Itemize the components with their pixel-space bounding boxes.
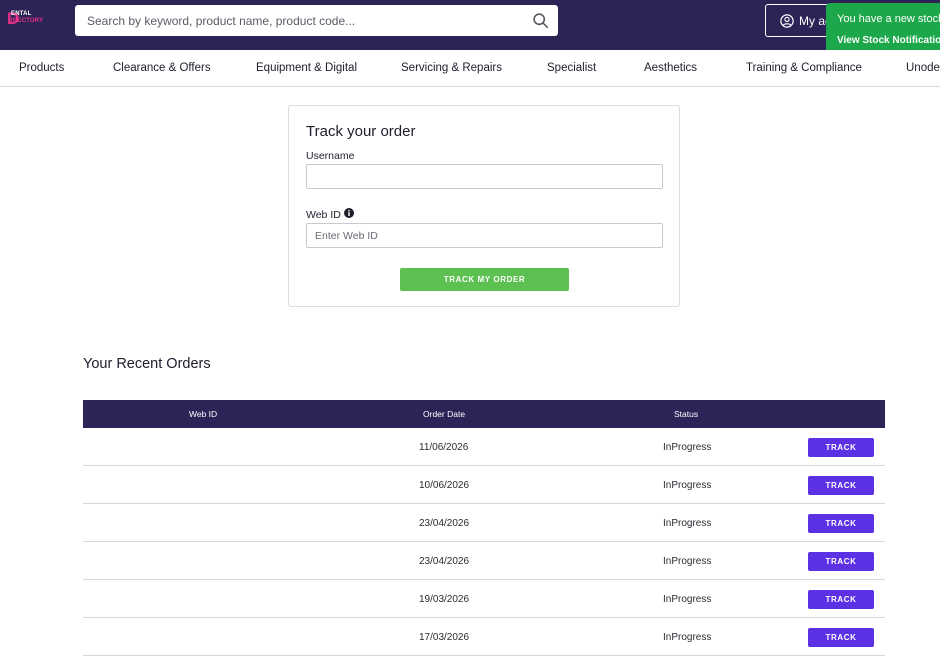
search-icon[interactable] [532,12,549,29]
order-date-cell: 17/03/2026 [419,632,470,643]
status-cell: InProgress [663,594,712,605]
status-cell: InProgress [663,480,712,491]
user-icon [780,13,794,28]
nav-item-specialist[interactable]: Specialist [547,62,596,74]
nav-item-aesthetics[interactable]: Aesthetics [644,62,697,74]
track-button[interactable]: TRACK [808,590,874,609]
table-row: 10/06/2026 InProgress TRACK [83,466,885,504]
track-order-title: Track your order [306,123,416,140]
track-button[interactable]: TRACK [808,438,874,457]
status-cell: InProgress [663,442,712,453]
nav-item-equipment-digital[interactable]: Equipment & Digital [256,62,357,74]
nav-item-unodent[interactable]: Unodent [906,62,940,74]
nav-item-products[interactable]: Products [19,62,64,74]
view-stock-notifications-link[interactable]: View Stock Notifications [837,35,940,46]
nav-item-training-compliance[interactable]: Training & Compliance [746,62,862,74]
info-icon[interactable] [344,208,354,218]
username-label: Username [306,150,355,162]
column-header-web-id: Web ID [189,409,218,419]
recent-orders-title: Your Recent Orders [83,356,211,372]
column-header-order-date: Order Date [423,409,466,419]
status-cell: InProgress [663,556,712,567]
username-field[interactable] [306,164,663,189]
logo-text-top: ENTAL [11,11,32,17]
status-cell: InProgress [663,518,712,529]
order-date-cell: 23/04/2026 [419,518,470,529]
track-my-order-button[interactable]: TRACK MY ORDER [400,268,569,291]
web-id-field[interactable] [306,223,663,248]
table-row: 11/06/2026 InProgress TRACK [83,428,885,466]
order-date-cell: 11/06/2026 [419,442,469,453]
status-cell: InProgress [663,632,712,643]
toast-message: You have a new stock [837,13,940,25]
dental-directory-logo[interactable]: D ENTAL IRECTORY [7,10,55,31]
track-order-card: Track your order Username Web ID TRACK M… [288,105,680,307]
orders-table-header: Web ID Order Date Status [83,400,885,428]
table-row: 23/04/2026 InProgress TRACK [83,504,885,542]
search-input[interactable] [75,5,515,36]
order-date-cell: 23/04/2026 [419,556,470,567]
track-button[interactable]: TRACK [808,476,874,495]
table-row: 17/03/2026 InProgress TRACK [83,618,885,656]
table-row: 19/03/2026 InProgress TRACK [83,580,885,618]
top-header: D ENTAL IRECTORY My account You have a n… [0,0,940,54]
nav-item-clearance-offers[interactable]: Clearance & Offers [113,62,211,74]
column-header-status: Status [674,409,699,419]
order-date-cell: 10/06/2026 [419,480,470,491]
main-nav: Products Clearance & Offers Equipment & … [0,50,940,87]
track-button[interactable]: TRACK [808,628,874,647]
stock-notification-toast: You have a new stock View Stock Notifica… [826,3,940,54]
logo-text-bottom: IRECTORY [11,18,44,24]
search-bar [75,5,558,36]
nav-item-servicing-repairs[interactable]: Servicing & Repairs [401,62,502,74]
order-date-cell: 19/03/2026 [419,594,470,605]
table-row: 23/04/2026 InProgress TRACK [83,542,885,580]
web-id-label: Web ID [306,209,341,221]
track-button[interactable]: TRACK [808,552,874,571]
track-button[interactable]: TRACK [808,514,874,533]
